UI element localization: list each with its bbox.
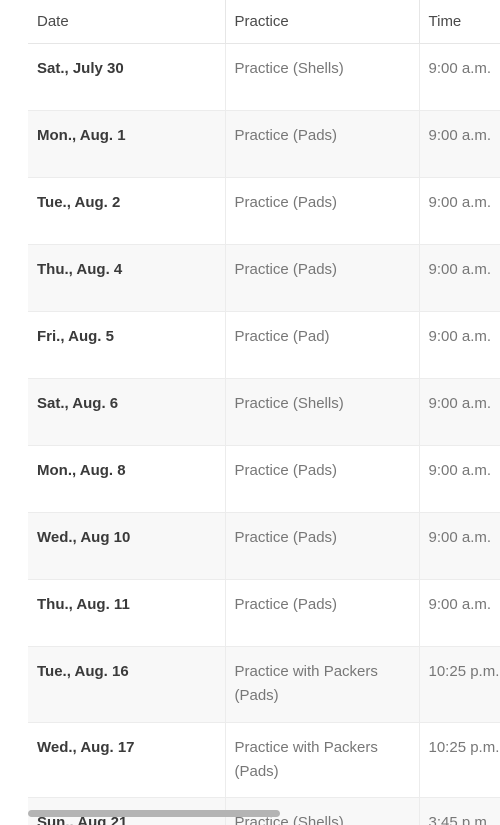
table-row: Thu., Aug. 11 Practice (Pads) 9:00 a.m.	[28, 579, 500, 647]
cell-time: 9:00 a.m.	[419, 311, 500, 379]
table-row: Sat., Aug. 6 Practice (Shells) 9:00 a.m.	[28, 378, 500, 446]
cell-practice: Practice (Pads)	[225, 579, 420, 647]
table-row: Fri., Aug. 5 Practice (Pad) 9:00 a.m.	[28, 311, 500, 379]
column-header-time[interactable]: Time	[419, 0, 500, 44]
table-header: Date Practice Time	[28, 0, 500, 44]
table-row: Wed., Aug 10 Practice (Pads) 9:00 a.m.	[28, 512, 500, 580]
cell-practice: Practice (Pads)	[225, 512, 420, 580]
table-row: Mon., Aug. 1 Practice (Pads) 9:00 a.m.	[28, 110, 500, 178]
table-row: Sat., July 30 Practice (Shells) 9:00 a.m.	[28, 43, 500, 111]
cell-date: Wed., Aug. 17	[28, 722, 226, 799]
cell-date: Mon., Aug. 8	[28, 445, 226, 513]
cell-time: 9:00 a.m.	[419, 110, 500, 178]
cell-time: 9:00 a.m.	[419, 244, 500, 312]
cell-date: Sat., Aug. 6	[28, 378, 226, 446]
cell-time: 10:25 p.m.	[419, 646, 500, 723]
cell-practice: Practice (Pads)	[225, 177, 420, 245]
cell-time: 9:00 a.m.	[419, 43, 500, 111]
horizontal-scrollbar[interactable]	[28, 810, 500, 817]
cell-time: 9:00 a.m.	[419, 177, 500, 245]
horizontal-scrollbar-thumb[interactable]	[28, 810, 280, 817]
cell-date: Wed., Aug 10	[28, 512, 226, 580]
column-header-practice[interactable]: Practice	[225, 0, 420, 44]
table-row: Tue., Aug. 16 Practice with Packers (Pads…	[28, 646, 500, 723]
cell-practice: Practice (Pads)	[225, 445, 420, 513]
cell-time: 9:00 a.m.	[419, 445, 500, 513]
schedule-scroll-container[interactable]: Date Practice Time Sat., July 30 Practice…	[0, 0, 500, 825]
cell-date: Mon., Aug. 1	[28, 110, 226, 178]
cell-practice: Practice (Pad)	[225, 311, 420, 379]
cell-practice: Practice (Shells)	[225, 378, 420, 446]
cell-practice: Practice (Pads)	[225, 110, 420, 178]
table-row: Tue., Aug. 2 Practice (Pads) 9:00 a.m.	[28, 177, 500, 245]
table-row: Mon., Aug. 8 Practice (Pads) 9:00 a.m.	[28, 445, 500, 513]
cell-date: Fri., Aug. 5	[28, 311, 226, 379]
cell-time: 9:00 a.m.	[419, 512, 500, 580]
cell-practice: Practice with Packers (Pads)	[225, 646, 420, 723]
cell-date: Thu., Aug. 4	[28, 244, 226, 312]
column-header-date[interactable]: Date	[28, 0, 226, 44]
table-row: Thu., Aug. 4 Practice (Pads) 9:00 a.m.	[28, 244, 500, 312]
cell-date: Tue., Aug. 2	[28, 177, 226, 245]
table-header-row: Date Practice Time	[28, 0, 500, 44]
cell-date: Tue., Aug. 16	[28, 646, 226, 723]
cell-time: 10:25 p.m.	[419, 722, 500, 799]
cell-practice: Practice (Pads)	[225, 244, 420, 312]
cell-practice: Practice with Packers (Pads)	[225, 722, 420, 799]
table-row: Wed., Aug. 17 Practice with Packers (Pads…	[28, 722, 500, 799]
cell-time: 9:00 a.m.	[419, 579, 500, 647]
cell-date: Sat., July 30	[28, 43, 226, 111]
cell-date: Thu., Aug. 11	[28, 579, 226, 647]
practice-schedule-table: Date Practice Time Sat., July 30 Practice…	[28, 0, 500, 825]
cell-time: 9:00 a.m.	[419, 378, 500, 446]
table-body: Sat., July 30 Practice (Shells) 9:00 a.m. M…	[28, 43, 500, 825]
cell-practice: Practice (Shells)	[225, 43, 420, 111]
